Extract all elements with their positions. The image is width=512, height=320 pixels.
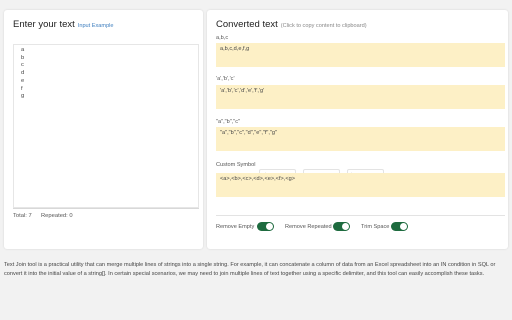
divider (216, 215, 505, 216)
input-example-link[interactable]: Input Example (78, 23, 114, 29)
custom-symbol-label: Custom Symbol (216, 162, 256, 168)
input-line: f (21, 85, 23, 92)
output-panel-title: Converted text (Click to copy content to … (216, 19, 367, 30)
output-panel: Converted text (Click to copy content to … (207, 10, 508, 249)
toggle-knob (400, 223, 407, 230)
trim-space-label: Trim Space (361, 224, 390, 230)
input-line: b (21, 54, 25, 61)
output-custom[interactable]: <a>,<b>,<c>,<d>,<e>,<f>,<g> (216, 173, 505, 197)
input-line: e (21, 77, 25, 84)
repeated-count: Repeated: 0 (41, 213, 73, 219)
format-label-double-quote: "a","b","c" (216, 119, 241, 125)
input-line: c (21, 62, 24, 69)
input-line: g (21, 93, 25, 100)
trim-space-toggle[interactable] (391, 222, 408, 231)
output-comma[interactable]: a,b,c,d,e,f,g (216, 43, 505, 67)
remove-repeated-toggle[interactable] (333, 222, 350, 231)
tool-description: Text Join tool is a practical utility th… (4, 262, 496, 277)
toggle-knob (266, 223, 273, 230)
copy-hint: (Click to copy content to clipboard) (280, 23, 367, 29)
remove-empty-toggle[interactable] (257, 222, 274, 231)
input-panel: Enter your text Input Example a b c d e f… (4, 10, 203, 249)
output-double-quote[interactable]: "a","b","c","d","e","f","g" (216, 127, 505, 151)
output-single-quote[interactable]: 'a','b','c','d','e','f','g' (216, 85, 505, 109)
toggle-knob (342, 223, 349, 230)
divider (13, 208, 199, 209)
total-count: Total: 7 (13, 213, 32, 219)
input-textarea[interactable]: a b c d e f g (13, 44, 199, 208)
format-label-single-quote: 'a','b','c' (216, 76, 235, 82)
input-lines: a b c d e f g (21, 47, 24, 101)
output-title-text: Converted text (216, 19, 278, 30)
remove-repeated-label: Remove Repeated (285, 224, 332, 230)
format-label-comma: a,b,c (216, 35, 229, 41)
input-line: d (21, 70, 25, 77)
input-title-text: Enter your text (13, 19, 75, 30)
input-panel-title: Enter your text Input Example (13, 19, 114, 30)
input-line: a (21, 47, 25, 53)
remove-empty-label: Remove Empty (216, 224, 255, 230)
